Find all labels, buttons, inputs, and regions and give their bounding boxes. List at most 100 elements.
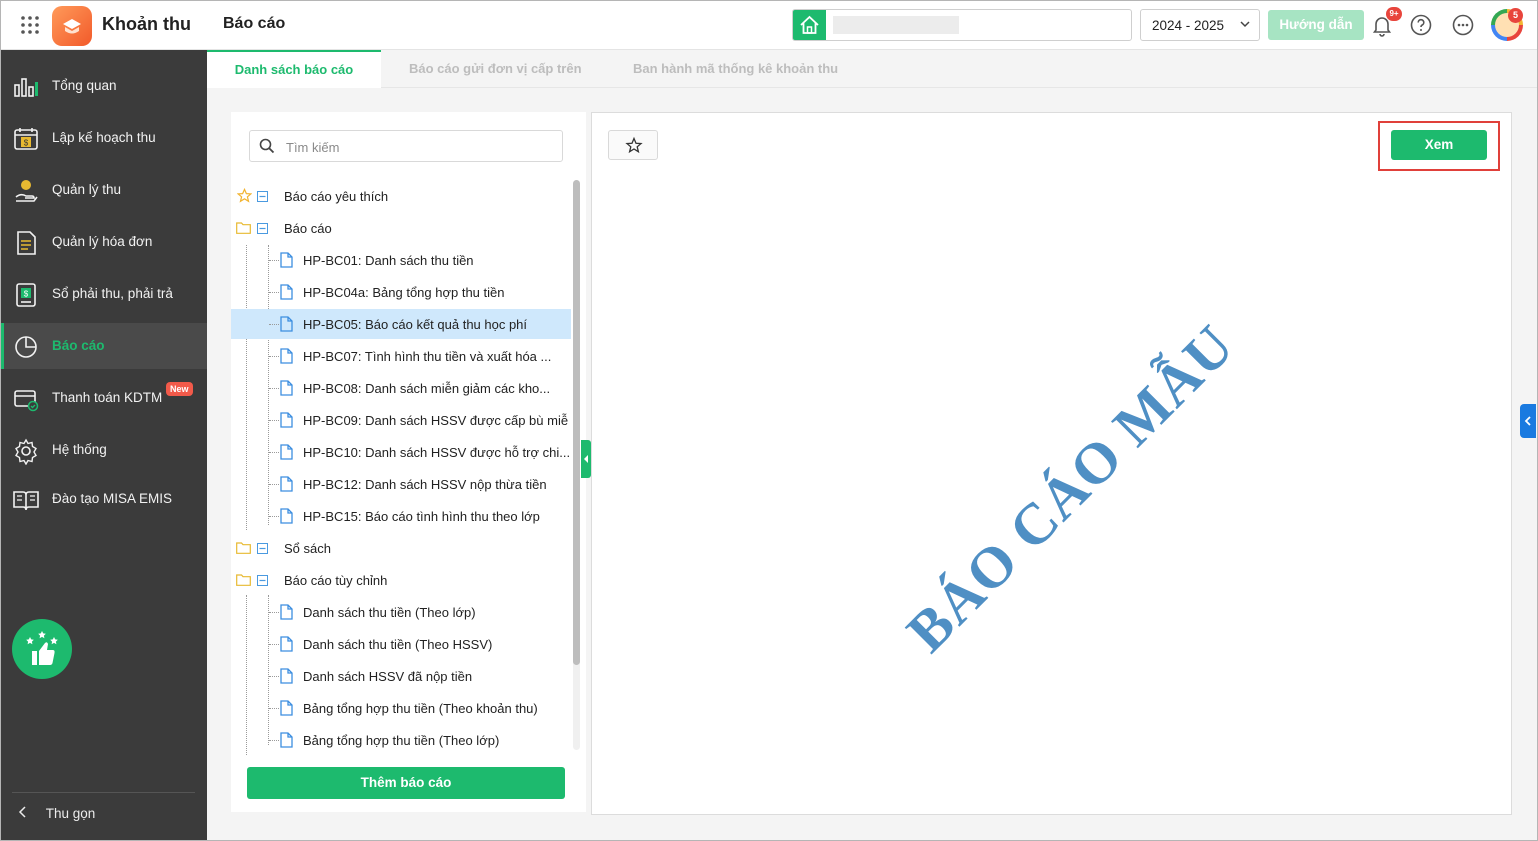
tree-node-custom-report[interactable]: Bảng tổng hợp thu tiền (Theo lớp) [231,725,571,755]
sidebar-item-label: Tổng quan [52,78,117,93]
school-name [833,16,959,34]
more-options-icon[interactable] [1451,13,1475,37]
view-button[interactable]: Xem [1391,130,1487,160]
search-box [249,130,563,162]
tree-node-report[interactable]: HP-BC07: Tình hình thu tiền và xuất hóa … [231,341,571,371]
tree-node-label: HP-BC09: Danh sách HSSV được cấp bù miễ [303,413,569,428]
app-title: Khoản thu [102,14,191,34]
pie-chart-icon [15,336,37,358]
document-icon [280,604,293,620]
tree-node-report[interactable]: HP-BC12: Danh sách HSSV nộp thừa tiền [231,469,571,499]
document-icon [280,316,293,332]
tree-node-report[interactable]: HP-BC09: Danh sách HSSV được cấp bù miễ [231,405,571,435]
tree-node-label: Bảng tổng hợp thu tiền (Theo khoản thu) [303,701,538,716]
tree-node-label: HP-BC15: Báo cáo tình hình thu theo lớp [303,509,540,524]
new-badge: New [166,382,193,396]
tree-node-report[interactable]: HP-BC08: Danh sách miễn giảm các kho... [231,373,571,403]
sidebar-item-label: Thanh toán KDTM [52,390,163,405]
collapse-node-icon[interactable] [257,575,268,586]
tab-statistic-codes[interactable]: Ban hành mã thống kê khoản thu [633,50,838,88]
svg-text:$: $ [24,290,29,299]
tree-node-report[interactable]: HP-BC10: Danh sách HSSV được hỗ trợ chi.… [231,437,571,467]
tree-node-custom-folder[interactable]: Báo cáo tùy chỉnh [231,565,571,595]
tree-node-books-folder[interactable]: Sổ sách [231,533,571,563]
document-icon [280,476,293,492]
sidebar-item-plan[interactable]: $ Lập kế hoạch thu [0,115,207,161]
sidebar-item-label: Quản lý thu [52,182,122,197]
tree-node-custom-report[interactable]: Danh sách HSSV đã nộp tiền [231,661,571,691]
feedback-button[interactable] [12,619,72,679]
tree-node-report-selected[interactable]: HP-BC05: Báo cáo kết quả thu học phí [231,309,571,339]
school-year-select[interactable]: 2024 - 2025 [1140,9,1260,41]
tree-node-custom-report[interactable]: Bảng tổng hợp thu tiền (Theo khoản thu) [231,693,571,723]
tree-node-report[interactable]: HP-BC15: Báo cáo tình hình thu theo lớp [231,501,571,531]
sidebar-item-overview[interactable]: Tổng quan [0,63,207,109]
sidebar-item-ledger[interactable]: $ Sổ phải thu, phải trả [0,271,207,317]
ledger-icon: $ [16,283,36,307]
star-icon [237,188,252,203]
sidebar-item-system[interactable]: Hệ thống [0,427,207,473]
document-icon [280,252,293,268]
collapse-sidebar-button[interactable]: Thu gọn [18,806,95,821]
hand-coin-icon [15,180,38,202]
sidebar-item-label: Báo cáo [52,338,105,353]
collapse-node-icon[interactable] [257,191,268,202]
help-icon[interactable] [1409,13,1433,37]
tree-node-label: Danh sách HSSV đã nộp tiền [303,669,473,684]
bar-chart-icon [14,78,38,97]
school-year-value: 2024 - 2025 [1152,18,1225,33]
tree-scrollbar[interactable] [573,180,580,750]
tree-node-report[interactable]: HP-BC04a: Bảng tổng hợp thu tiền [231,277,571,307]
sidebar-item-reports[interactable]: Báo cáo [0,323,207,369]
tree-node-label: Báo cáo [284,221,332,236]
sidebar-item-invoice[interactable]: Quản lý hóa đơn [0,219,207,265]
tree-node-label: Báo cáo yêu thích [284,189,389,204]
document-icon [280,284,293,300]
panel-splitter-handle[interactable] [581,440,591,478]
gear-icon [15,438,37,465]
report-tabs: Danh sách báo cáo Báo cáo gửi đơn vị cấp… [207,50,1538,88]
tree-node-label: Sổ sách [284,541,331,556]
tab-report-list[interactable]: Danh sách báo cáo [207,50,381,88]
tree-node-favorites[interactable]: Báo cáo yêu thích [231,181,571,211]
chevron-left-icon [1524,416,1531,426]
star-outline-icon [625,136,643,154]
divider [12,792,195,793]
tree-node-label: Danh sách thu tiền (Theo HSSV) [303,637,493,652]
document-icon [280,412,293,428]
collapse-node-icon[interactable] [257,543,268,554]
thumbs-up-stars-icon [26,631,58,665]
svg-text:$: $ [24,139,29,148]
sidebar-item-label: Lập kế hoạch thu [52,130,156,145]
tree-node-custom-report[interactable]: Danh sách thu tiền (Theo HSSV) [231,629,571,659]
card-payment-icon [14,390,39,412]
sidebar-item-collect[interactable]: Quản lý thu [0,167,207,213]
expand-side-panel-button[interactable] [1520,404,1536,438]
chevron-left-icon [18,806,32,821]
document-icon [280,508,293,524]
tree-node-reports-folder[interactable]: Báo cáo [231,213,571,243]
tree-node-label: HP-BC08: Danh sách miễn giảm các kho... [303,381,551,396]
search-input[interactable] [286,137,556,157]
document-icon [280,732,293,748]
scroll-thumb[interactable] [573,180,580,665]
tab-upper-level-reports[interactable]: Báo cáo gửi đơn vị cấp trên [409,50,582,88]
apps-grid-icon[interactable] [20,15,40,35]
favorite-toggle-button[interactable] [608,130,658,160]
collapse-node-icon[interactable] [257,223,268,234]
folder-icon [236,542,251,554]
book-icon [13,491,39,511]
tree-node-label: Báo cáo tùy chỉnh [284,573,388,588]
tree-node-label: HP-BC04a: Bảng tổng hợp thu tiền [303,285,505,300]
sidebar-item-payment[interactable]: Thanh toán KDTM New [0,375,207,421]
tree-node-label: HP-BC01: Danh sách thu tiền [303,253,474,268]
sidebar-item-training[interactable]: Đào tạo MISA EMIS [0,476,207,522]
guide-button[interactable]: Hướng dẫn [1268,10,1364,40]
tree-node-report[interactable]: HP-BC01: Danh sách thu tiền [231,245,571,275]
search-icon [259,138,275,154]
caret-left-icon [584,455,588,463]
add-report-button[interactable]: Thêm báo cáo [247,767,565,799]
tree-node-label: HP-BC12: Danh sách HSSV nộp thừa tiền [303,477,547,492]
tree-node-custom-report[interactable]: Danh sách thu tiền (Theo lớp) [231,597,571,627]
school-selector[interactable] [792,9,1132,41]
